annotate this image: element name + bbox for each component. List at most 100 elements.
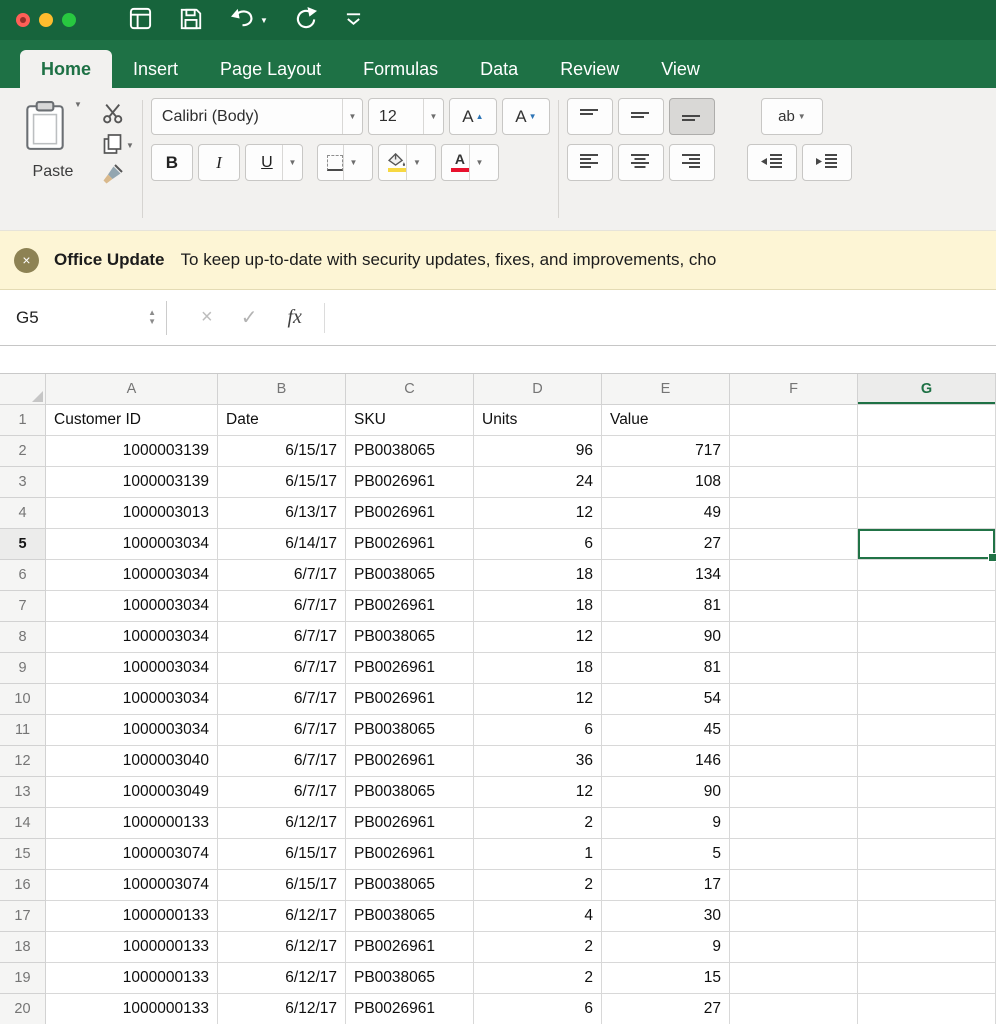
template-gallery-button[interactable] — [128, 6, 153, 34]
zoom-window-button[interactable] — [62, 13, 76, 27]
column-header-G[interactable]: G — [858, 374, 996, 405]
cell-B11[interactable]: 6/7/17 — [218, 715, 346, 746]
cell-C16[interactable]: PB0038065 — [346, 870, 474, 901]
copy-button[interactable]: ▼ — [102, 130, 134, 160]
cell-E10[interactable]: 54 — [602, 684, 730, 715]
cut-button[interactable] — [102, 100, 134, 130]
align-center-button[interactable] — [618, 144, 664, 181]
cell-C10[interactable]: PB0026961 — [346, 684, 474, 715]
notification-close-button[interactable]: × — [14, 248, 39, 273]
cell-E11[interactable]: 45 — [602, 715, 730, 746]
paste-button[interactable]: ▼ — [24, 98, 82, 155]
cell-E4[interactable]: 49 — [602, 498, 730, 529]
cell-C12[interactable]: PB0026961 — [346, 746, 474, 777]
close-window-button[interactable] — [16, 13, 30, 27]
cell-C3[interactable]: PB0026961 — [346, 467, 474, 498]
cell-E8[interactable]: 90 — [602, 622, 730, 653]
wrap-text-button[interactable]: ab ▼ — [761, 98, 823, 135]
cell-F5[interactable] — [730, 529, 858, 560]
cell-C15[interactable]: PB0026961 — [346, 839, 474, 870]
row-header-13[interactable]: 13 — [0, 777, 46, 808]
cell-F14[interactable] — [730, 808, 858, 839]
cell-D4[interactable]: 12 — [474, 498, 602, 529]
cell-D2[interactable]: 96 — [474, 436, 602, 467]
cell-D6[interactable]: 18 — [474, 560, 602, 591]
cell-D19[interactable]: 2 — [474, 963, 602, 994]
cell-F13[interactable] — [730, 777, 858, 808]
cell-C7[interactable]: PB0026961 — [346, 591, 474, 622]
cell-G3[interactable] — [858, 467, 996, 498]
cell-F10[interactable] — [730, 684, 858, 715]
cell-E5[interactable]: 27 — [602, 529, 730, 560]
cell-A6[interactable]: 1000003034 — [46, 560, 218, 591]
cell-E7[interactable]: 81 — [602, 591, 730, 622]
cell-B5[interactable]: 6/14/17 — [218, 529, 346, 560]
cell-B6[interactable]: 6/7/17 — [218, 560, 346, 591]
underline-button[interactable]: U ▼ — [245, 144, 303, 181]
fill-color-dropdown[interactable]: ▼ — [406, 145, 426, 180]
cell-A9[interactable]: 1000003034 — [46, 653, 218, 684]
cell-G16[interactable] — [858, 870, 996, 901]
cell-G20[interactable] — [858, 994, 996, 1024]
cell-A3[interactable]: 1000003139 — [46, 467, 218, 498]
cell-C11[interactable]: PB0038065 — [346, 715, 474, 746]
cell-F19[interactable] — [730, 963, 858, 994]
ribbon-tab-page-layout[interactable]: Page Layout — [199, 50, 342, 88]
font-name-select[interactable]: Calibri (Body) ▼ — [151, 98, 363, 135]
cell-G12[interactable] — [858, 746, 996, 777]
cell-G13[interactable] — [858, 777, 996, 808]
wrap-text-dropdown[interactable]: ▼ — [798, 112, 806, 121]
row-header-17[interactable]: 17 — [0, 901, 46, 932]
cell-C4[interactable]: PB0026961 — [346, 498, 474, 529]
cell-A12[interactable]: 1000003040 — [46, 746, 218, 777]
cell-E18[interactable]: 9 — [602, 932, 730, 963]
decrease-indent-button[interactable] — [747, 144, 797, 181]
ribbon-tab-formulas[interactable]: Formulas — [342, 50, 459, 88]
collapse-toolbar-button[interactable] — [345, 12, 362, 29]
row-header-8[interactable]: 8 — [0, 622, 46, 653]
cell-E3[interactable]: 108 — [602, 467, 730, 498]
name-box[interactable]: G5 ▲ ▼ — [16, 308, 166, 328]
cell-G17[interactable] — [858, 901, 996, 932]
row-header-18[interactable]: 18 — [0, 932, 46, 963]
cell-F2[interactable] — [730, 436, 858, 467]
cell-B12[interactable]: 6/7/17 — [218, 746, 346, 777]
cell-D17[interactable]: 4 — [474, 901, 602, 932]
align-top-button[interactable] — [567, 98, 613, 135]
ribbon-tab-view[interactable]: View — [640, 50, 721, 88]
cell-A7[interactable]: 1000003034 — [46, 591, 218, 622]
cell-E13[interactable]: 90 — [602, 777, 730, 808]
cell-B4[interactable]: 6/13/17 — [218, 498, 346, 529]
cell-D1[interactable]: Units — [474, 405, 602, 436]
select-all-corner[interactable] — [0, 374, 46, 405]
row-header-9[interactable]: 9 — [0, 653, 46, 684]
cell-C6[interactable]: PB0038065 — [346, 560, 474, 591]
font-size-select[interactable]: 12 ▼ — [368, 98, 444, 135]
cell-F11[interactable] — [730, 715, 858, 746]
cell-A4[interactable]: 1000003013 — [46, 498, 218, 529]
cell-G7[interactable] — [858, 591, 996, 622]
cell-E2[interactable]: 717 — [602, 436, 730, 467]
cell-D18[interactable]: 2 — [474, 932, 602, 963]
cell-D5[interactable]: 6 — [474, 529, 602, 560]
row-header-14[interactable]: 14 — [0, 808, 46, 839]
underline-dropdown[interactable]: ▼ — [282, 145, 302, 180]
cell-A11[interactable]: 1000003034 — [46, 715, 218, 746]
borders-dropdown[interactable]: ▼ — [343, 145, 363, 180]
increase-indent-button[interactable] — [802, 144, 852, 181]
ribbon-tab-review[interactable]: Review — [539, 50, 640, 88]
cell-D10[interactable]: 12 — [474, 684, 602, 715]
row-header-7[interactable]: 7 — [0, 591, 46, 622]
font-name-dropdown-icon[interactable]: ▼ — [342, 99, 362, 134]
row-header-19[interactable]: 19 — [0, 963, 46, 994]
column-header-E[interactable]: E — [602, 374, 730, 405]
cell-G8[interactable] — [858, 622, 996, 653]
font-color-dropdown[interactable]: ▼ — [469, 145, 489, 180]
cell-G5[interactable] — [858, 529, 996, 560]
row-header-11[interactable]: 11 — [0, 715, 46, 746]
cell-F1[interactable] — [730, 405, 858, 436]
undo-dropdown[interactable]: ▼ — [260, 16, 268, 25]
cell-G4[interactable] — [858, 498, 996, 529]
fill-color-button[interactable]: ▼ — [378, 144, 436, 181]
row-header-3[interactable]: 3 — [0, 467, 46, 498]
